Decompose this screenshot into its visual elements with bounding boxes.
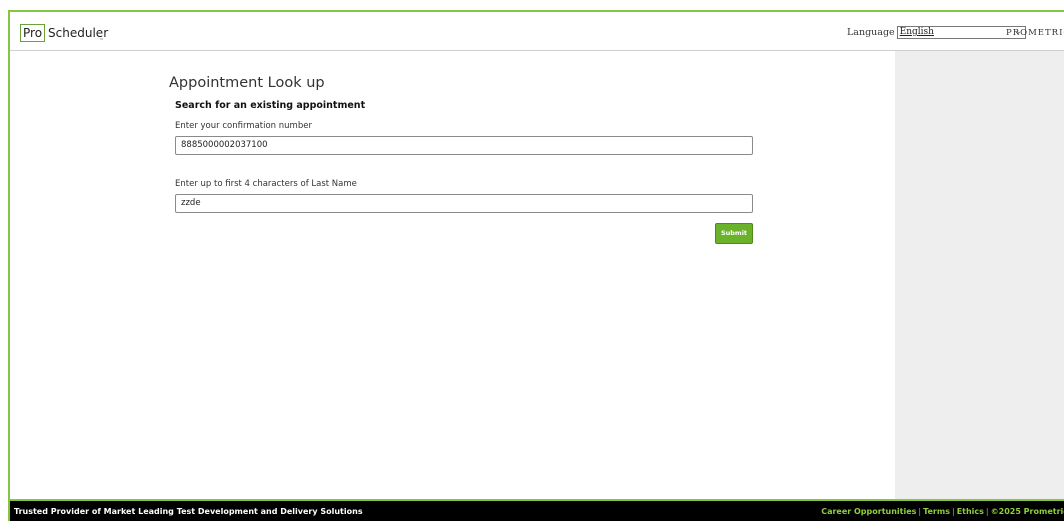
- last-name-label: Enter up to first 4 characters of Last N…: [175, 179, 357, 189]
- logo-pro-box: Pro: [20, 24, 46, 42]
- main-content: Appointment Look up Search for an existi…: [10, 51, 895, 499]
- ethics-link[interactable]: Ethics: [957, 507, 984, 516]
- footer-separator: |: [918, 507, 922, 516]
- logo-trademark: ™: [99, 38, 105, 44]
- confirmation-number-input[interactable]: 8885000002037100: [175, 136, 753, 155]
- confirmation-number-label: Enter your confirmation number: [175, 121, 312, 131]
- language-label: Language: [847, 27, 895, 38]
- section-subtitle: Search for an existing appointment: [175, 100, 366, 111]
- footer-separator: |: [951, 507, 955, 516]
- terms-link[interactable]: Terms: [923, 507, 950, 516]
- app-frame: Pro Scheduler ™ Language English ⌄ PROME…: [8, 10, 1064, 521]
- right-sidebar-panel: [895, 51, 1064, 499]
- prometric-logo: PROMETRIC: [1006, 26, 1064, 40]
- language-selected-value: English: [899, 27, 934, 37]
- page-title: Appointment Look up: [169, 75, 325, 91]
- last-name-input[interactable]: zzde: [175, 194, 753, 213]
- prometric-wordmark: PROMETRIC: [1006, 28, 1064, 38]
- footer-links: Career Opportunities | Terms | Ethics | ©2025 …: [821, 507, 1064, 516]
- footer: Trusted Provider of Market Leading Test …: [10, 499, 1064, 521]
- copyright-text: ©2025 Prometric: [990, 507, 1064, 516]
- career-opportunities-link[interactable]: Career Opportunities: [821, 507, 916, 516]
- footer-tagline: Trusted Provider of Market Leading Test …: [14, 507, 363, 516]
- proscheduler-logo[interactable]: Pro Scheduler ™: [20, 23, 108, 44]
- language-selector: Language English ⌄: [847, 26, 1026, 39]
- header: Pro Scheduler ™ Language English ⌄ PROME…: [10, 12, 1064, 51]
- footer-separator: |: [985, 507, 989, 516]
- submit-button[interactable]: Submit: [715, 223, 753, 244]
